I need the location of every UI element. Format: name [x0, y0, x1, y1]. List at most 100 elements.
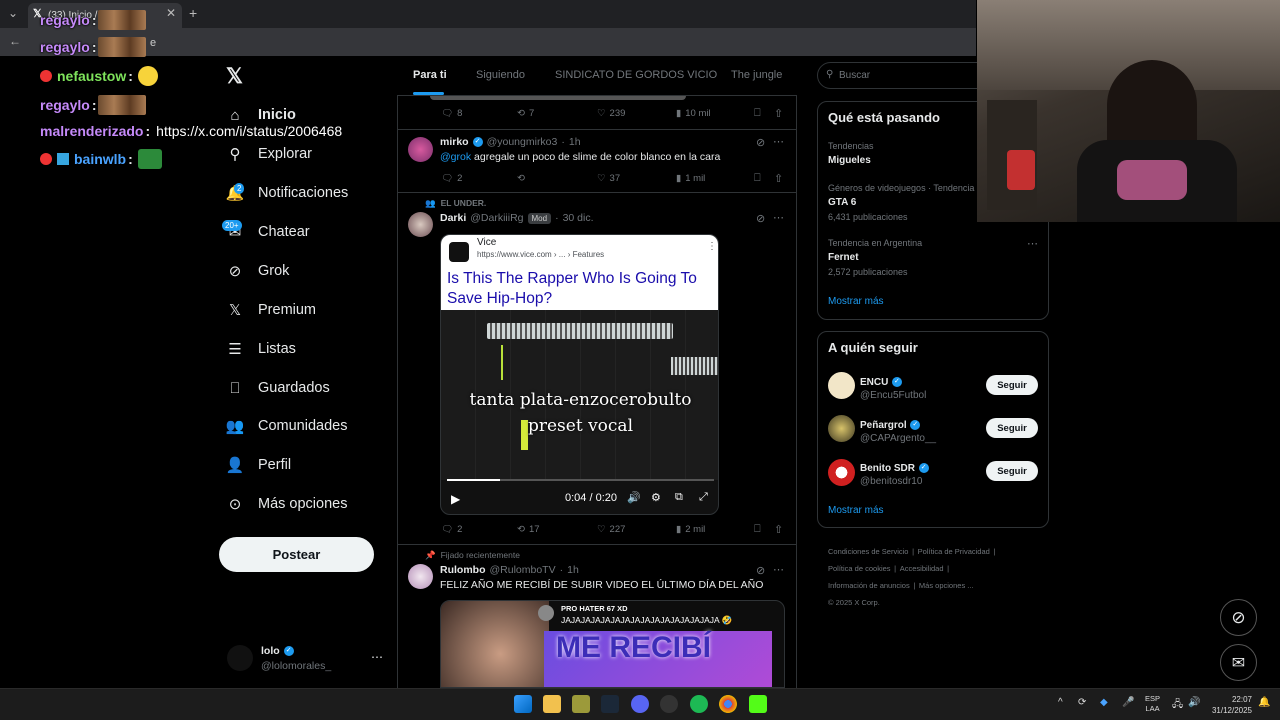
video-player[interactable]: Vice https://www.vice.com › ... › Featur…	[440, 234, 719, 515]
x-logo-icon[interactable]: 𝕏	[226, 64, 243, 89]
messages-float-button[interactable]: ✉	[1220, 644, 1257, 681]
avatar[interactable]	[828, 459, 855, 486]
tab-para-ti[interactable]: Para ti	[413, 69, 447, 81]
fullscreen-icon[interactable]: ⤢	[699, 491, 708, 504]
tab-the-jungle[interactable]: The jungle	[731, 69, 782, 81]
nav-grok[interactable]: ⊘ Grok	[226, 256, 396, 286]
footer-link[interactable]: Condiciones de Servicio	[828, 547, 908, 556]
speaker-icon[interactable]: 🔊	[1188, 697, 1200, 708]
tweet-time[interactable]: 1h	[567, 564, 579, 576]
footer-link[interactable]: Política de Privacidad	[918, 547, 990, 556]
nav-perfil[interactable]: 👤 Perfil	[226, 450, 396, 480]
footer-link[interactable]: Información de anuncios	[828, 581, 910, 590]
tab-list-chevron-icon[interactable]: ⌄	[8, 6, 18, 20]
like-button[interactable]: ♡ 227	[597, 524, 625, 535]
network-icon[interactable]: 🖧	[1172, 697, 1183, 714]
settings-icon[interactable]: ⚙	[651, 491, 661, 504]
footer-link[interactable]: Política de cookies	[828, 564, 891, 573]
nav-notificaciones[interactable]: 🔔 Notificaciones	[226, 178, 396, 208]
repost-button[interactable]: ⟲	[517, 173, 525, 184]
tweet-time[interactable]: 1h	[569, 136, 581, 148]
kick-icon[interactable]	[749, 695, 767, 713]
bookmark-icon[interactable]: ⎕	[754, 107, 761, 120]
nav-premium[interactable]: 𝕏 Premium	[226, 295, 396, 325]
windows-start-icon[interactable]	[514, 695, 532, 713]
notification-bell-icon[interactable]: 🔔	[1258, 697, 1270, 708]
chrome-icon[interactable]	[719, 695, 737, 713]
avatar[interactable]	[828, 415, 855, 442]
volume-icon[interactable]: 🔊	[627, 491, 641, 504]
show-more-follow[interactable]: Mostrar más	[828, 505, 884, 516]
grok-float-button[interactable]: ⊘	[1220, 599, 1257, 636]
mention-link[interactable]: @grok	[440, 151, 471, 163]
search-placeholder[interactable]: Buscar	[839, 70, 870, 81]
back-arrow-icon[interactable]: ←	[9, 34, 21, 48]
avatar[interactable]	[828, 372, 855, 399]
share-icon[interactable]: ⇧	[774, 107, 783, 120]
trend-more-icon[interactable]: ⋯	[1027, 237, 1038, 250]
tray-sync-icon[interactable]: ⟳	[1078, 697, 1086, 708]
discord-icon[interactable]	[631, 695, 649, 713]
nav-listas[interactable]: ☰ Listas	[226, 334, 396, 364]
reply-button[interactable]: 🗨 8	[441, 108, 462, 119]
obs-icon[interactable]	[660, 695, 678, 713]
url-text[interactable]: e	[150, 37, 156, 49]
share-icon[interactable]: ⇧	[774, 172, 783, 185]
avatar[interactable]	[408, 137, 433, 162]
follow-button[interactable]: Seguir	[986, 375, 1038, 395]
tab-siguiendo[interactable]: Siguiendo	[476, 69, 525, 81]
grok-icon[interactable]: ⊘	[756, 212, 765, 225]
more-icon[interactable]: ⋯	[773, 135, 784, 148]
pip-icon[interactable]: ⧉	[675, 491, 683, 504]
tray-defender-icon[interactable]: ◆	[1100, 697, 1108, 708]
tweet-media[interactable]: PRO HATER 67 XD JAJAJAJAJAJAJAJAJAJAJAJA…	[440, 600, 785, 688]
clock[interactable]: 22:07 31/12/2025	[1208, 694, 1252, 716]
like-button[interactable]: ♡ 239	[597, 108, 625, 119]
app-icon[interactable]	[572, 695, 590, 713]
nav-explorar[interactable]: ⚲ Explorar	[226, 139, 396, 169]
repost-button[interactable]: ⟲ 17	[517, 524, 540, 535]
nav-comunidades[interactable]: 👥 Comunidades	[226, 411, 396, 441]
language-indicator[interactable]: ESP LAA	[1145, 694, 1160, 714]
more-icon[interactable]: ⋯	[773, 563, 784, 576]
views-button[interactable]: ▮ 1 mil	[676, 173, 705, 184]
community-context[interactable]: 👥 EL UNDER.	[425, 198, 486, 209]
footer-link[interactable]: Accesibilidad	[900, 564, 944, 573]
author-handle[interactable]: @DarkiiiRg	[470, 212, 523, 224]
follow-suggestion[interactable]: Peñargrol ✓ @CAPArgento__	[860, 416, 936, 444]
author-handle[interactable]: @youngmirko3	[487, 136, 558, 148]
like-button[interactable]: ♡ 37	[597, 173, 620, 184]
bookmark-icon[interactable]: ⎕	[754, 172, 761, 185]
bookmark-icon[interactable]: ⎕	[754, 523, 761, 536]
follow-suggestion[interactable]: ENCU ✓ @Encu5Futbol	[860, 373, 926, 401]
avatar[interactable]	[408, 564, 433, 589]
views-button[interactable]: ▮ 10 mil	[676, 108, 711, 119]
repost-button[interactable]: ⟲ 7	[517, 108, 534, 119]
reply-button[interactable]: 🗨 2	[441, 173, 462, 184]
tweet-time[interactable]: 30 dic.	[563, 212, 594, 224]
tray-chevron-icon[interactable]: ^	[1058, 697, 1063, 708]
avatar[interactable]	[408, 212, 433, 237]
views-button[interactable]: ▮ 2 mil	[676, 524, 705, 535]
more-icon[interactable]: ⋯	[773, 211, 784, 224]
play-icon[interactable]: ▶	[451, 492, 460, 506]
show-more-trends[interactable]: Mostrar más	[828, 296, 884, 307]
steam-icon[interactable]	[601, 695, 619, 713]
post-button[interactable]: Postear	[219, 537, 374, 572]
nav-chatear[interactable]: ✉ Chatear	[226, 217, 396, 247]
nav-mas-opciones[interactable]: ⊙ Más opciones	[226, 489, 396, 519]
close-tab-icon[interactable]: ✕	[166, 6, 176, 20]
account-more-icon[interactable]: ⋯	[371, 650, 383, 664]
footer-link[interactable]: Más opciones ...	[919, 581, 974, 590]
video-progress-track[interactable]	[447, 479, 714, 481]
file-explorer-icon[interactable]	[543, 695, 561, 713]
author-name[interactable]: mirko	[440, 136, 469, 148]
tab-sindicato[interactable]: SINDICATO DE GORDOS VICIO	[555, 69, 717, 81]
spotify-icon[interactable]	[690, 695, 708, 713]
follow-button[interactable]: Seguir	[986, 461, 1038, 481]
follow-button[interactable]: Seguir	[986, 418, 1038, 438]
author-name[interactable]: Rulombo	[440, 564, 486, 576]
tray-mic-icon[interactable]: 🎤	[1122, 697, 1134, 708]
share-icon[interactable]: ⇧	[774, 523, 783, 536]
new-tab-icon[interactable]: +	[189, 5, 197, 21]
